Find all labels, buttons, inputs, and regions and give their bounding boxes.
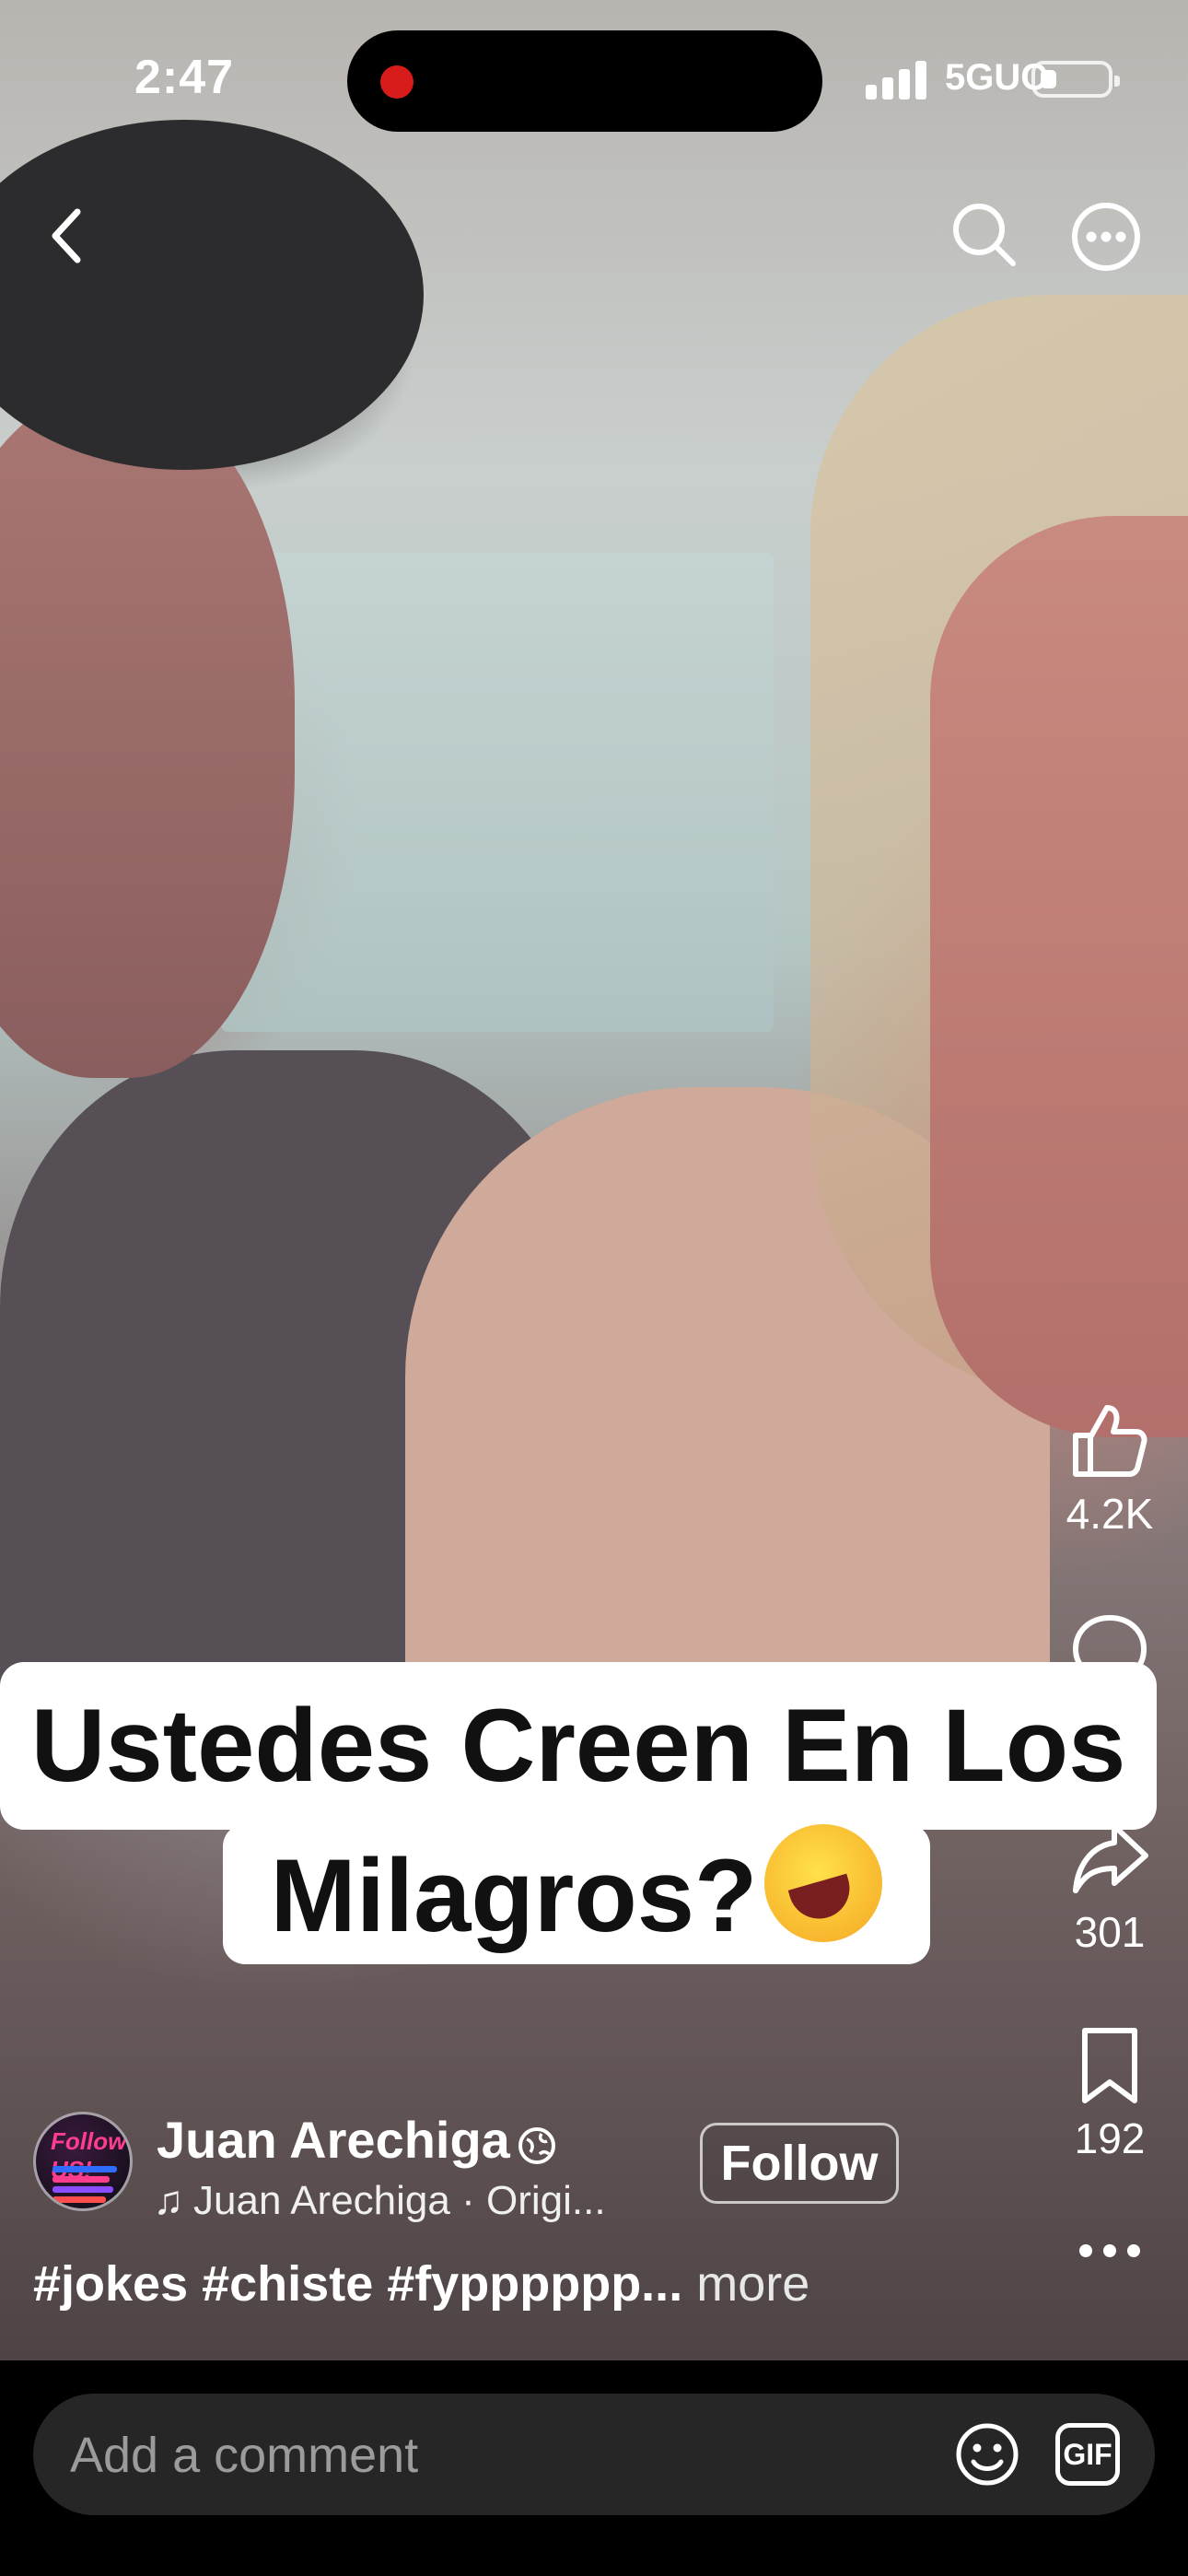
status-time: 2:47: [134, 51, 235, 104]
thumbs-up-icon: [1073, 1405, 1147, 1477]
background-wall: [221, 553, 774, 1032]
video-frame[interactable]: [0, 0, 1188, 2360]
hashtags-text: #jokes #chiste #fypppppp...: [33, 2256, 683, 2312]
person-face: [0, 396, 295, 1078]
recording-indicator-icon: [380, 65, 413, 99]
follow-button[interactable]: Follow: [700, 2123, 899, 2204]
comment-input[interactable]: [68, 2421, 901, 2489]
like-button[interactable]: 4.2K: [1050, 1399, 1170, 1539]
person-face: [930, 516, 1188, 1437]
share-count: 301: [1074, 1908, 1146, 1956]
gif-button[interactable]: GIF: [1055, 2423, 1120, 2486]
person-cap: [0, 120, 424, 470]
cellular-signal-icon: [866, 59, 926, 100]
emoji-icon[interactable]: [954, 2421, 1020, 2488]
post-caption[interactable]: #jokes #chiste #fypppppp... more: [33, 2255, 809, 2313]
audio-track[interactable]: ♫ Juan Arechiga · Origi...: [153, 2178, 606, 2224]
battery-level: [1041, 70, 1056, 88]
author-name[interactable]: Juan Arechiga: [157, 2110, 510, 2170]
search-button[interactable]: [949, 199, 1019, 269]
music-note-icon: ♫: [153, 2178, 184, 2223]
chevron-left-icon: [52, 208, 81, 263]
status-bar: 2:47 5GUC: [0, 0, 1188, 157]
globe-icon: [518, 2127, 555, 2164]
more-options-button[interactable]: [1070, 201, 1142, 273]
more-link[interactable]: more: [682, 2256, 809, 2312]
caption-overlay-line-1: Ustedes Creen En Los: [0, 1662, 1157, 1830]
more-circle-icon: [1072, 203, 1140, 271]
laughing-emoji-icon: [764, 1824, 883, 1942]
more-actions-button[interactable]: [1079, 2244, 1140, 2263]
audio-track-label: Juan Arechiga · Origi...: [193, 2178, 606, 2223]
comment-bar: GIF: [0, 2360, 1188, 2576]
back-button[interactable]: [37, 199, 96, 273]
author-avatar[interactable]: FollowUS!: [33, 2112, 133, 2211]
caption-overlay-line-2: Milagros?: [223, 1824, 930, 1964]
bookmark-icon: [1082, 2028, 1137, 2103]
search-icon: [953, 204, 1016, 266]
battery-icon: [1031, 61, 1120, 98]
share-button[interactable]: 301: [1050, 1817, 1170, 1957]
comment-box[interactable]: GIF: [33, 2394, 1155, 2515]
like-count: 4.2K: [1066, 1490, 1154, 1538]
save-count: 192: [1074, 2114, 1146, 2162]
save-button[interactable]: 192: [1050, 2023, 1170, 2163]
dynamic-island: [347, 30, 822, 132]
